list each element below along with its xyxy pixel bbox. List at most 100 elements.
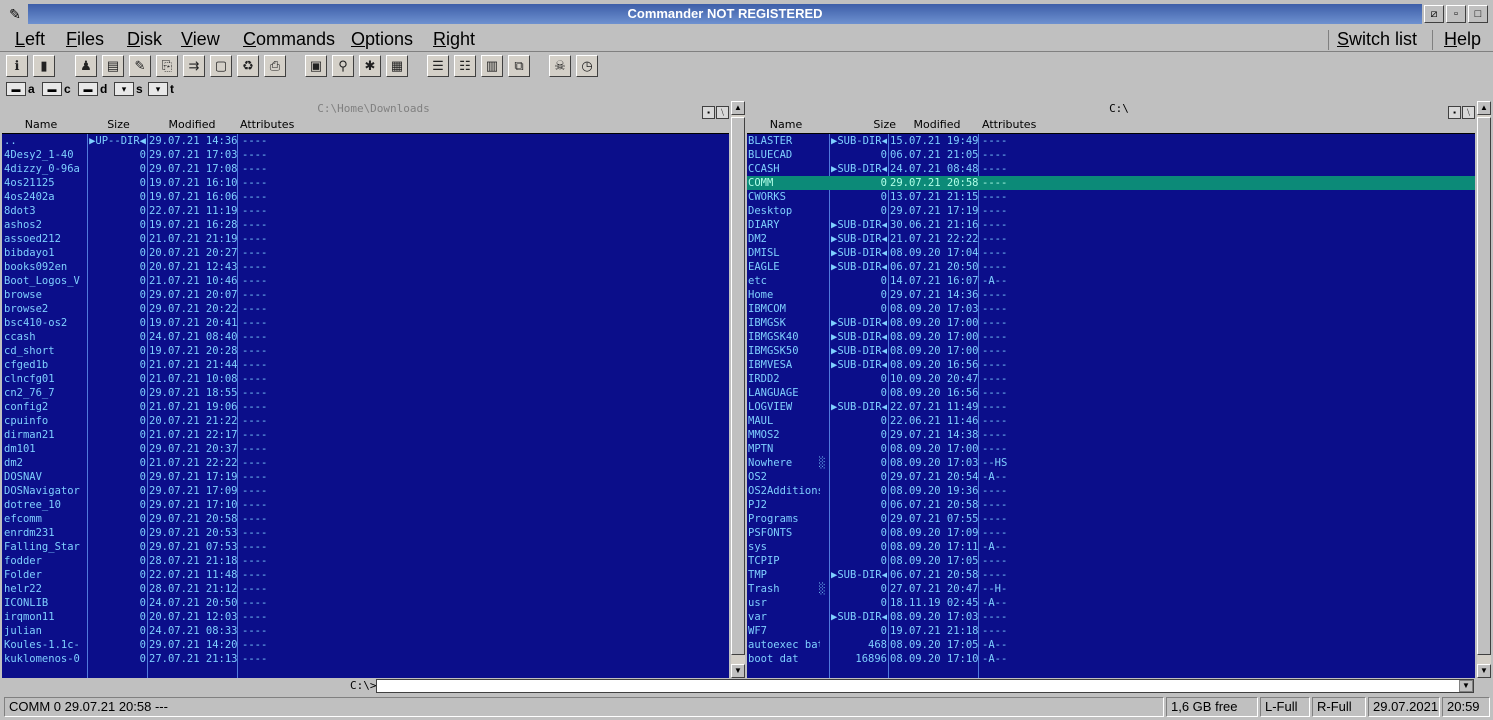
table-row[interactable]: Falling_Star 0 29.07.21 07:53 ---- [2, 540, 729, 554]
table-row[interactable]: EAGLE ▶SUB-DIR◀ 06.07.21 20:50 ---- [747, 260, 1475, 274]
table-row[interactable]: DM2 ▶SUB-DIR◀ 21.07.21 22:22 ---- [747, 232, 1475, 246]
table-row[interactable]: cd_short 0 19.07.21 20:28 ---- [2, 344, 729, 358]
left-scrollbar[interactable]: ▲ ▼ [731, 101, 745, 678]
clock-icon[interactable]: ◷ [576, 55, 598, 77]
column-modified[interactable]: Modified [892, 117, 982, 133]
menu-options[interactable]: Options [351, 28, 413, 50]
table-row[interactable]: cpuinfo 0 20.07.21 21:22 ---- [2, 414, 729, 428]
delete-icon[interactable]: ♻ [237, 55, 259, 77]
table-row[interactable]: kuklomenos-0 0 27.07.21 21:13 ---- [2, 652, 729, 666]
table-row[interactable]: config2 0 21.07.21 19:06 ---- [2, 400, 729, 414]
table-row[interactable]: books092en 0 20.07.21 12:43 ---- [2, 260, 729, 274]
table-row[interactable]: helr22 0 28.07.21 21:12 ---- [2, 582, 729, 596]
table-row[interactable]: OS2 0 29.07.21 20:54 -A-- [747, 470, 1475, 484]
table-row[interactable]: .. ▶UP--DIR◀ 29.07.21 14:36 ---- [2, 134, 729, 148]
table-row[interactable]: efcomm 0 29.07.21 20:58 ---- [2, 512, 729, 526]
table-row[interactable]: usr 0 18.11.19 02:45 -A-- [747, 596, 1475, 610]
skull-icon[interactable]: ☠ [549, 55, 571, 77]
table-row[interactable]: Home 0 29.07.21 14:36 ---- [747, 288, 1475, 302]
table-row[interactable]: MMOS2 0 29.07.21 14:38 ---- [747, 428, 1475, 442]
table-row[interactable]: BLUECAD 0 06.07.21 21:05 ---- [747, 148, 1475, 162]
table-row[interactable]: dm2 0 21.07.21 22:22 ---- [2, 456, 729, 470]
table-row[interactable]: 8dot3 0 22.07.21 11:19 ---- [2, 204, 729, 218]
command-history-dropdown-icon[interactable]: ▼ [1459, 680, 1473, 692]
tree-left-icon[interactable]: ☰ [427, 55, 449, 77]
table-row[interactable]: DIARY ▶SUB-DIR◀ 30.06.21 21:16 ---- [747, 218, 1475, 232]
calendar-icon[interactable]: ▥ [481, 55, 503, 77]
table-row[interactable]: bsc410-os2 0 19.07.21 20:41 ---- [2, 316, 729, 330]
menu-help[interactable]: Help [1444, 28, 1481, 50]
column-name[interactable]: Name [2, 117, 80, 133]
table-row[interactable]: Boot_Logos_V 0 21.07.21 10:46 ---- [2, 274, 729, 288]
print-icon[interactable]: ⎙ [264, 55, 286, 77]
table-row[interactable]: cn2_76_7 0 29.07.21 18:55 ---- [2, 386, 729, 400]
menu-switch-list[interactable]: Switch list [1337, 28, 1417, 50]
table-row[interactable]: IBMGSK50 ▶SUB-DIR◀ 08.09.20 17:00 ---- [747, 344, 1475, 358]
table-row[interactable]: irqmon11 0 20.07.21 12:03 ---- [2, 610, 729, 624]
scroll-down-icon[interactable]: ▼ [1477, 664, 1491, 678]
table-row[interactable]: ashos2 0 19.07.21 16:28 ---- [2, 218, 729, 232]
table-row[interactable]: bibdayo1 0 20.07.21 20:27 ---- [2, 246, 729, 260]
menu-disk[interactable]: Disk [127, 28, 162, 50]
table-row[interactable]: assoed212 0 21.07.21 21:19 ---- [2, 232, 729, 246]
info-icon[interactable]: ℹ [6, 55, 28, 77]
table-row[interactable]: DOSNavigator 0 29.07.21 17:09 ---- [2, 484, 729, 498]
table-row[interactable]: MPTN 0 08.09.20 17:00 ---- [747, 442, 1475, 456]
minimize-icon[interactable]: ▫ [1446, 5, 1466, 23]
table-row[interactable]: PSFONTS 0 08.09.20 17:09 ---- [747, 526, 1475, 540]
table-row[interactable]: cfged1b 0 21.07.21 21:44 ---- [2, 358, 729, 372]
column-attributes[interactable]: Attributes [982, 117, 1042, 133]
table-row[interactable]: sys 0 08.09.20 17:11 -A-- [747, 540, 1475, 554]
save-disk-icon[interactable]: ▣ [305, 55, 327, 77]
maximize-icon[interactable]: □ [1468, 5, 1488, 23]
column-size[interactable]: Size [86, 117, 151, 133]
menu-commands[interactable]: Commands [243, 28, 335, 50]
table-row[interactable]: OS2Additions 0 08.09.20 19:36 ---- [747, 484, 1475, 498]
table-row[interactable]: ICONLIB 0 24.07.21 20:50 ---- [2, 596, 729, 610]
user-icon[interactable]: ♟ [75, 55, 97, 77]
table-row[interactable]: etc 0 14.07.21 16:07 -A-- [747, 274, 1475, 288]
menu-left[interactable]: Left [15, 28, 45, 50]
edit-icon[interactable]: ✎ [129, 55, 151, 77]
right-panel[interactable]: C:\ ▪ ⧹ Name Size Modified Attributes BLA… [747, 101, 1491, 678]
copy-icon[interactable]: ⎘ [156, 55, 178, 77]
table-row[interactable]: fodder 0 28.07.21 21:18 ---- [2, 554, 729, 568]
menu-right[interactable]: Right [433, 28, 475, 50]
column-name[interactable]: Name [747, 117, 825, 133]
scroll-thumb[interactable] [731, 117, 745, 655]
table-row[interactable]: IBMGSK ▶SUB-DIR◀ 08.09.20 17:00 ---- [747, 316, 1475, 330]
table-row[interactable]: browse 0 29.07.21 20:07 ---- [2, 288, 729, 302]
right-file-list[interactable]: BLASTER ▶SUB-DIR◀ 15.07.21 19:49 ---- BLUECA… [747, 133, 1475, 678]
table-row[interactable]: 4Desy2_1-40 0 29.07.21 17:03 ---- [2, 148, 729, 162]
table-row[interactable]: CWORKS 0 13.07.21 21:15 ---- [747, 190, 1475, 204]
book-icon[interactable]: ▤ [102, 55, 124, 77]
table-row[interactable]: dirman21 0 21.07.21 22:17 ---- [2, 428, 729, 442]
new-file-icon[interactable]: ▢ [210, 55, 232, 77]
table-row[interactable]: Desktop 0 29.07.21 17:19 ---- [747, 204, 1475, 218]
drive-button-c[interactable]: ▬ c [42, 82, 71, 98]
mark-icon[interactable]: ✱ [359, 55, 381, 77]
compare-icon[interactable]: ⧉ [508, 55, 530, 77]
left-file-list[interactable]: .. ▶UP--DIR◀ 29.07.21 14:36 ---- 4Desy2_1-40… [2, 133, 729, 678]
find-icon[interactable]: ⚲ [332, 55, 354, 77]
table-row[interactable]: 4dizzy_0-96a 0 29.07.21 17:08 ---- [2, 162, 729, 176]
table-row[interactable]: var ▶SUB-DIR◀ 08.09.20 17:03 ---- [747, 610, 1475, 624]
table-row[interactable]: Programs 0 29.07.21 07:55 ---- [747, 512, 1475, 526]
table-row[interactable]: clncfg01 0 21.07.21 10:08 ---- [2, 372, 729, 386]
column-modified[interactable]: Modified [147, 117, 237, 133]
table-row[interactable]: DMISL ▶SUB-DIR◀ 08.09.20 17:04 ---- [747, 246, 1475, 260]
table-row[interactable]: enrdm231 0 29.07.21 20:53 ---- [2, 526, 729, 540]
scroll-thumb[interactable] [1477, 117, 1491, 655]
column-size[interactable]: Size [831, 117, 896, 133]
system-menu-icon[interactable]: ✎ [4, 4, 26, 24]
table-row[interactable]: Folder 0 22.07.21 11:48 ---- [2, 568, 729, 582]
table-row[interactable]: BLASTER ▶SUB-DIR◀ 15.07.21 19:49 ---- [747, 134, 1475, 148]
table-row[interactable]: Koules-1.1c- 0 29.07.21 14:20 ---- [2, 638, 729, 652]
exit-door-icon[interactable]: ▮ [33, 55, 55, 77]
move-icon[interactable]: ⇉ [183, 55, 205, 77]
table-row[interactable]: MAUL 0 22.06.21 11:46 ---- [747, 414, 1475, 428]
command-input[interactable] [376, 679, 1474, 693]
table-row[interactable]: boot dat 16896 08.09.20 17:10 -A-- [747, 652, 1475, 666]
table-row[interactable]: WF7 0 19.07.21 21:18 ---- [747, 624, 1475, 638]
table-row[interactable]: Trash ░ 0 27.07.21 20:47 --H- [747, 582, 1475, 596]
